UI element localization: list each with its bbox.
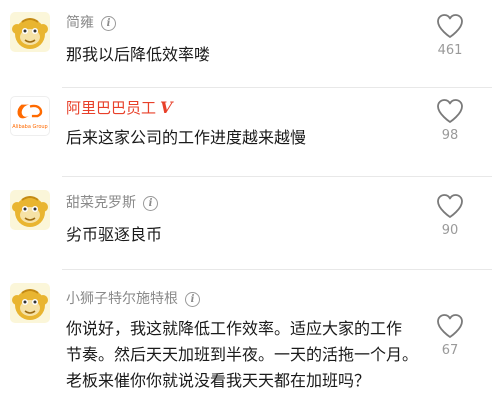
comment-feed: 简雍 i 那我以后降低效率喽 461 Alibaba Group 阿里巴巴员工 V … <box>0 0 492 418</box>
like-button[interactable]: 461 <box>428 13 472 58</box>
username-text: 甜菜克罗斯 <box>66 195 136 211</box>
comment-text: 那我以后降低效率喽 <box>66 42 210 68</box>
comment-text-line: 劣币驱逐良币 <box>66 225 163 244</box>
comment-username[interactable]: 简雍 i <box>66 12 116 32</box>
comment-text: 后来这家公司的工作进度越来越慢 <box>66 125 306 151</box>
user-avatar[interactable]: Alibaba Group <box>10 96 50 136</box>
comment-item: Alibaba Group 阿里巴巴员工 V 后来这家公司的工作进度越来越慢 98 <box>0 88 492 176</box>
monkey-avatar-icon <box>10 12 50 52</box>
like-button[interactable]: 67 <box>428 313 472 358</box>
like-count: 461 <box>437 43 463 58</box>
comment-text: 你说好，我这就降低工作效率。适应大家的工作 节奏。然后天天加班到半夜。一天的活拖… <box>66 316 418 394</box>
comment-username[interactable]: 甜菜克罗斯 i <box>66 192 158 212</box>
user-avatar[interactable] <box>10 12 50 52</box>
user-avatar[interactable] <box>10 190 50 230</box>
like-button[interactable]: 90 <box>428 193 472 238</box>
username-text: 小狮子特尔施特根 <box>66 291 178 307</box>
comment-username[interactable]: 阿里巴巴员工 V <box>66 97 172 118</box>
comment-text-line: 那我以后降低效率喽 <box>66 45 211 64</box>
comment-item: 简雍 i 那我以后降低效率喽 461 <box>0 0 492 87</box>
comment-text-line: 后来这家公司的工作进度越来越慢 <box>66 128 307 147</box>
info-icon[interactable]: i <box>101 16 116 31</box>
verified-badge-icon: V <box>160 98 173 117</box>
info-icon[interactable]: i <box>185 292 200 307</box>
info-icon[interactable]: i <box>143 196 158 211</box>
monkey-avatar-icon <box>10 283 50 323</box>
heart-icon <box>437 194 463 218</box>
comment-text: 劣币驱逐良币 <box>66 222 162 248</box>
like-button[interactable]: 98 <box>428 98 472 143</box>
username-text: 阿里巴巴员工 <box>66 99 157 117</box>
username-text: 简雍 <box>66 15 94 31</box>
heart-icon <box>437 14 463 38</box>
heart-icon <box>437 314 463 338</box>
monkey-avatar-icon <box>10 190 50 230</box>
like-count: 98 <box>441 128 459 143</box>
comment-username[interactable]: 小狮子特尔施特根 i <box>66 288 200 308</box>
alibaba-logo-text: Alibaba Group <box>12 124 48 130</box>
comment-item: 小狮子特尔施特根 i 你说好，我这就降低工作效率。适应大家的工作 节奏。然后天天加… <box>0 270 492 418</box>
comment-text-line: 节奏。然后天天加班到半夜。一天的活拖一个月。 <box>66 345 419 364</box>
heart-icon <box>437 99 463 123</box>
like-count: 67 <box>441 343 459 358</box>
user-avatar[interactable] <box>10 283 50 323</box>
comment-text-line: 老板来催你你就说没看我天天都在加班吗？ <box>66 371 371 390</box>
like-count: 90 <box>441 223 459 238</box>
comment-text-line: 你说好，我这就降低工作效率。适应大家的工作 <box>66 319 403 338</box>
comment-item: 甜菜克罗斯 i 劣币驱逐良币 90 <box>0 177 492 269</box>
